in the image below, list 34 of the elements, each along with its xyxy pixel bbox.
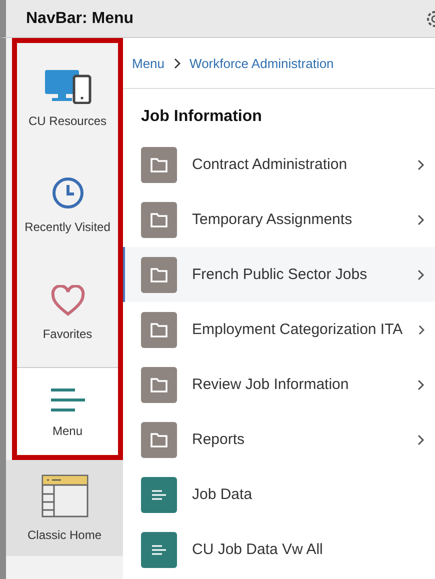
menu-row[interactable]: Reports (123, 412, 435, 467)
folder-icon (141, 422, 177, 458)
sidebar-item[interactable]: Classic Home (6, 460, 123, 556)
settings-icon[interactable] (425, 8, 435, 28)
menu-row[interactable]: French Public Sector Jobs (123, 247, 435, 302)
chevron-right-icon (417, 158, 425, 170)
breadcrumb-link[interactable]: Menu (132, 56, 165, 70)
document-lines-icon (141, 532, 177, 568)
chevron-right-icon (417, 268, 425, 280)
folder-icon (141, 146, 177, 182)
clock-icon (50, 176, 84, 210)
heart-icon (50, 285, 86, 317)
document-lines-icon (141, 476, 177, 512)
breadcrumb-link[interactable]: Workforce Administration (190, 56, 334, 70)
layout-icon (40, 474, 88, 518)
menu-row[interactable]: Employment Categorization ITA (123, 302, 435, 357)
chevron-right-icon (417, 214, 425, 226)
folder-icon (141, 202, 177, 238)
menu-icon (48, 386, 86, 414)
menu-row[interactable]: Review Job Information (123, 357, 435, 412)
menu-row[interactable]: Contract Administration (123, 137, 435, 192)
folder-icon (141, 366, 177, 402)
sidebar-item[interactable]: Menu (17, 367, 118, 455)
folder-icon (141, 312, 177, 348)
chevron-right-icon (417, 378, 425, 390)
chevron-right-icon (174, 58, 181, 68)
folder-icon (141, 256, 177, 292)
menu-row[interactable]: CU Job Data Vw All (123, 522, 435, 577)
menu-row[interactable]: Job Data (123, 467, 435, 522)
menu-row[interactable]: Temporary Assignments (123, 192, 435, 247)
chevron-right-icon (417, 434, 425, 446)
chevron-right-icon (418, 324, 425, 336)
page-title: NavBar: Menu (26, 10, 135, 28)
section-title: Job Information (140, 107, 263, 127)
